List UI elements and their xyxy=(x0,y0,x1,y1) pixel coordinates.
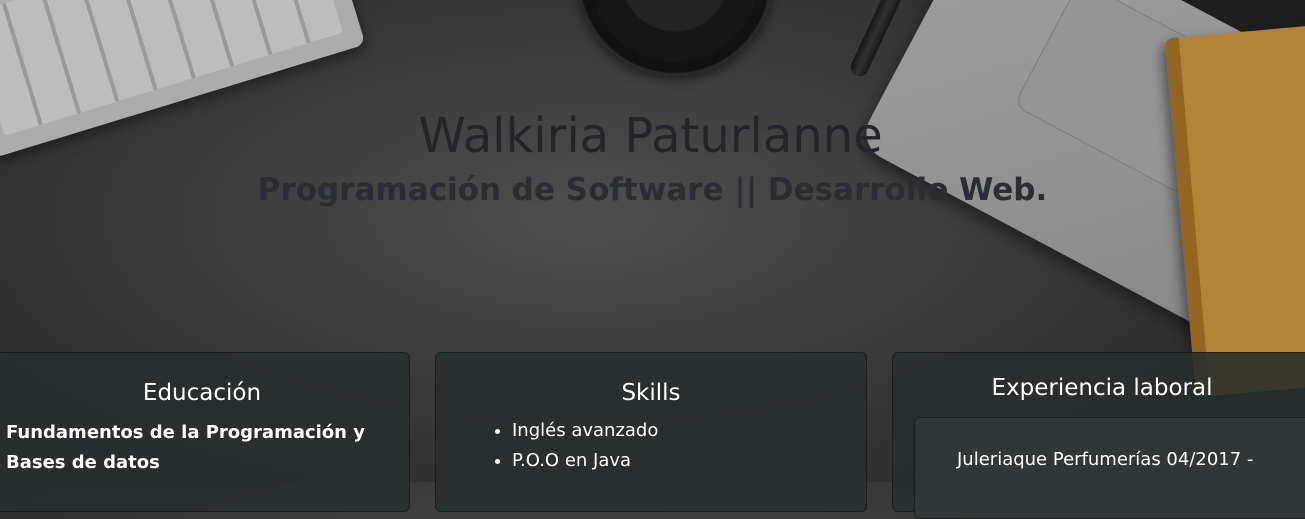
education-card: Educación Fundamentos de la Programación… xyxy=(0,352,410,512)
experience-title: Experiencia laboral xyxy=(991,375,1213,401)
job-entry: Juleriaque Perfumerías 04/2017 - xyxy=(914,417,1305,519)
education-title: Educación xyxy=(142,380,262,406)
experience-card: Experiencia laboral Juleriaque Perfumerí… xyxy=(892,352,1305,519)
skill-item: P.O.O en Java xyxy=(512,446,866,476)
skills-title: Skills xyxy=(621,380,681,406)
education-item: Fundamentos de la Programación y Bases d… xyxy=(6,422,365,473)
skills-list: Inglés avanzado P.O.O en Java xyxy=(436,416,866,476)
skills-card: Skills Inglés avanzado P.O.O en Java xyxy=(435,352,867,512)
person-name: Walkiria Paturlanne xyxy=(418,108,883,164)
hero-header: Walkiria Paturlanne Programación de Soft… xyxy=(0,108,1305,209)
job-entry-text: Juleriaque Perfumerías 04/2017 - xyxy=(957,449,1254,470)
skill-item: Inglés avanzado xyxy=(512,416,866,446)
person-subtitle: Programación de Software || Desarrollo W… xyxy=(257,171,1048,208)
